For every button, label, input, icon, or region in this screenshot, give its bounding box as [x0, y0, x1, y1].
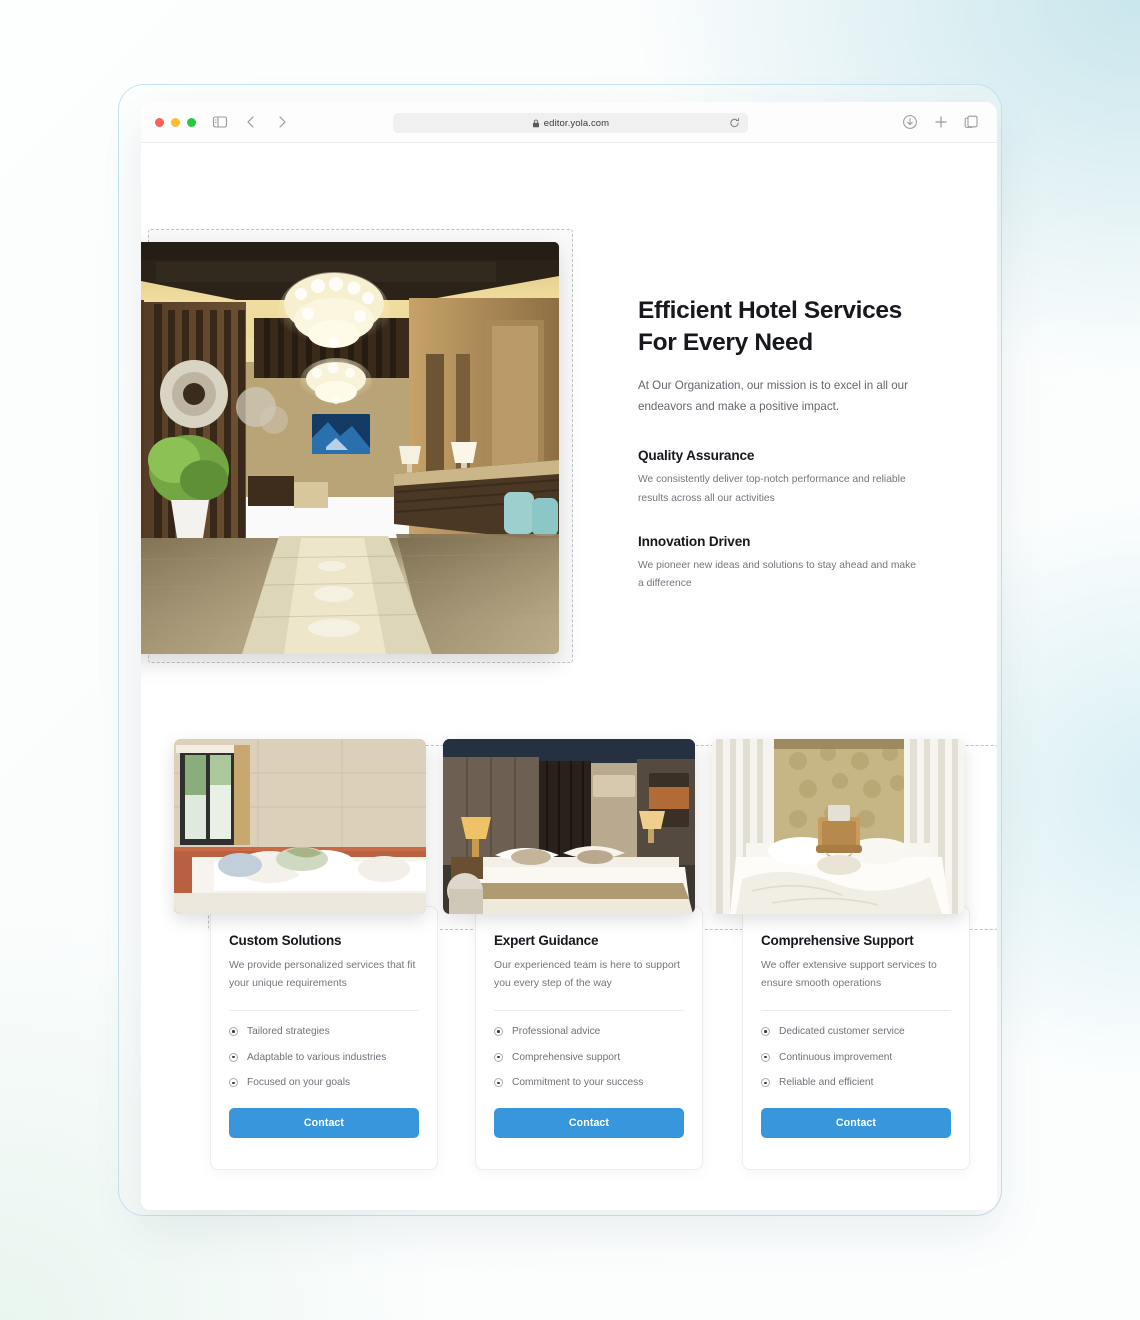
plus-icon[interactable] — [932, 113, 950, 131]
feature-text: We consistently deliver top-notch perfor… — [638, 474, 906, 504]
bullet-icon — [761, 1026, 770, 1036]
list-item: Tailored strategies — [229, 1025, 419, 1039]
card-feature-list: Professional advice Comprehensive suppor… — [494, 1025, 684, 1090]
hero-image[interactable] — [141, 242, 559, 654]
list-item-label: Focused on your goals — [247, 1077, 351, 1089]
hero-text-block: Efficient Hotel Services For Every Need … — [638, 295, 928, 594]
list-item: Dedicated customer service — [761, 1025, 951, 1039]
back-chevron-icon[interactable] — [242, 113, 260, 131]
divider — [761, 1009, 951, 1011]
divider — [229, 1009, 419, 1011]
address-bar[interactable]: editor.yola.com — [393, 113, 748, 133]
list-item-label: Dedicated customer service — [779, 1025, 905, 1037]
page-background: editor.yola.com Efficient Hotel Services… — [0, 0, 1140, 1320]
card-title: Custom Solutions — [229, 933, 342, 948]
tab-overview-icon[interactable] — [963, 113, 981, 131]
bullet-icon — [494, 1026, 503, 1036]
hero-heading-line2: For Every Need — [638, 328, 813, 356]
card-body: Comprehensive Support We offer extensive… — [742, 906, 970, 1170]
list-item: Continuous improvement — [761, 1051, 951, 1065]
feature-title: Quality Assurance — [638, 448, 755, 464]
card-feature-list: Tailored strategies Adaptable to various… — [229, 1025, 419, 1090]
contact-button[interactable]: Contact — [494, 1108, 684, 1139]
card-description: Our experienced team is here to support … — [494, 960, 680, 989]
sidebar-toggle-icon[interactable] — [211, 113, 229, 131]
list-item: Commitment to your success — [494, 1076, 684, 1090]
card-description: We provide personalized services that fi… — [229, 960, 416, 989]
minimize-window-button[interactable] — [171, 118, 180, 127]
card-custom-solutions: Custom Solutions We provide personalized… — [174, 739, 438, 1170]
bullet-icon — [229, 1026, 238, 1036]
card-comprehensive-support: Comprehensive Support We offer extensive… — [712, 739, 970, 1170]
list-item-label: Reliable and efficient — [779, 1077, 874, 1089]
list-item-label: Tailored strategies — [247, 1025, 330, 1037]
list-item: Adaptable to various industries — [229, 1051, 419, 1065]
contact-button[interactable]: Contact — [761, 1108, 951, 1139]
toolbar-right-icons — [901, 113, 981, 131]
browser-toolbar: editor.yola.com — [141, 102, 997, 143]
card-title: Comprehensive Support — [761, 933, 914, 948]
close-window-button[interactable] — [155, 118, 164, 127]
card-image[interactable] — [712, 739, 964, 914]
list-item: Comprehensive support — [494, 1051, 684, 1065]
feature-cards-row: Custom Solutions We provide personalized… — [174, 739, 970, 1170]
list-item-label: Commitment to your success — [512, 1077, 644, 1089]
feature-innovation-driven: Innovation Driven We pioneer new ideas a… — [638, 534, 928, 594]
card-image[interactable] — [174, 739, 426, 914]
contact-button[interactable]: Contact — [229, 1108, 419, 1139]
list-item-label: Continuous improvement — [779, 1051, 893, 1063]
card-description: We offer extensive support services to e… — [761, 960, 937, 989]
card-feature-list: Dedicated customer service Continuous im… — [761, 1025, 951, 1090]
browser-window: editor.yola.com Efficient Hotel Services… — [141, 102, 997, 1210]
bullet-icon — [761, 1052, 770, 1062]
feature-quality-assurance: Quality Assurance We consistently delive… — [638, 448, 928, 508]
bullet-icon — [494, 1078, 503, 1088]
list-item-label: Adaptable to various industries — [247, 1051, 387, 1063]
feature-text: We pioneer new ideas and solutions to st… — [638, 560, 917, 590]
lock-icon — [532, 119, 540, 128]
download-icon[interactable] — [901, 113, 919, 131]
card-title: Expert Guidance — [494, 933, 599, 948]
list-item: Professional advice — [494, 1025, 684, 1039]
feature-title: Innovation Driven — [638, 534, 751, 550]
address-bar-url: editor.yola.com — [543, 117, 610, 129]
bullet-icon — [229, 1052, 238, 1062]
list-item-label: Comprehensive support — [512, 1051, 621, 1063]
list-item: Reliable and efficient — [761, 1076, 951, 1090]
page-title: Efficient Hotel Services For Every Need — [638, 295, 928, 358]
bullet-icon — [229, 1078, 238, 1088]
list-item: Focused on your goals — [229, 1076, 419, 1090]
toolbar-left-icons — [211, 113, 291, 131]
maximize-window-button[interactable] — [187, 118, 196, 127]
website-canvas: Efficient Hotel Services For Every Need … — [141, 143, 997, 1210]
divider — [494, 1009, 684, 1011]
forward-chevron-icon[interactable] — [273, 113, 291, 131]
bullet-icon — [761, 1078, 770, 1088]
bullet-icon — [494, 1052, 503, 1062]
window-controls — [155, 118, 196, 127]
card-expert-guidance: Expert Guidance Our experienced team is … — [443, 739, 703, 1170]
list-item-label: Professional advice — [512, 1025, 601, 1037]
hero-heading-line1: Efficient Hotel Services — [638, 297, 902, 324]
reload-icon[interactable] — [729, 117, 740, 129]
hero-subtitle: At Our Organization, our mission is to e… — [638, 379, 908, 414]
card-body: Expert Guidance Our experienced team is … — [475, 906, 703, 1170]
card-body: Custom Solutions We provide personalized… — [210, 906, 438, 1170]
card-image[interactable] — [443, 739, 695, 914]
